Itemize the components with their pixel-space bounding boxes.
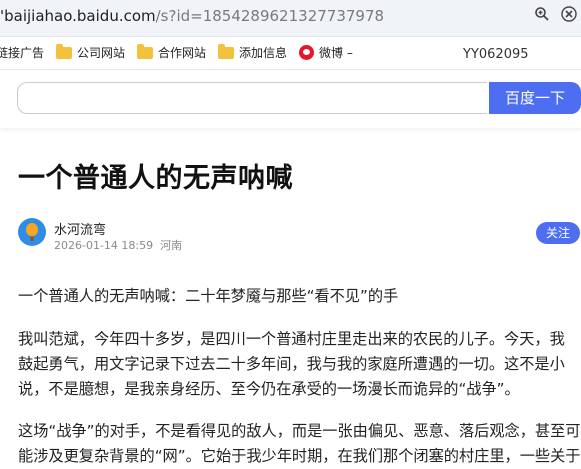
search-input[interactable] — [17, 82, 487, 114]
publish-date: 2026-01-14 18:59 — [54, 239, 154, 252]
paragraph-line: 我叫范斌，今年四十多岁，是四川一个普通村庄里走出来的农民的儿子。今天，我 — [18, 330, 565, 348]
bookmark-folder-company-sites[interactable]: 公司网站 — [56, 43, 126, 61]
balloon-icon — [26, 223, 38, 236]
bookmark-label: 添加信息 — [239, 46, 288, 60]
folder-icon — [218, 43, 234, 59]
address-bar[interactable]: 'baijiahao.baidu.com/s?id=18542896213277… — [0, 0, 581, 37]
url-path: /s?id=1854289621327737978 — [155, 7, 385, 25]
bookmark-label: 微博 – — [319, 46, 353, 60]
article-paragraph: 我叫范斌，今年四十多岁，是四川一个普通村庄里走出来的农民的儿子。今天，我 鼓起勇… — [18, 327, 581, 402]
bookmark-weibo[interactable]: 微博 – — [299, 44, 353, 61]
article-paragraph: 这场“战争”的对手，不是看得见的敌人，而是一张由偏见、恶意、落后观念，甚至可 能… — [18, 419, 581, 469]
folder-icon — [137, 43, 153, 59]
url-host: 'baijiahao.baidu.com — [0, 7, 156, 25]
article-paragraph: 一个普通人的无声呐喊：二十年梦魇与那些“看不见”的手 — [18, 284, 581, 309]
paragraph-line: 这场“战争”的对手，不是看得见的敌人，而是一张由偏见、恶意、落后观念，甚至可 — [18, 422, 581, 440]
search-bar: 百度一下 — [0, 70, 581, 128]
paragraph-line: 鼓起勇气，用文字记录下过去二十多年间，我与我的家庭所遭遇的一切。这不是小 — [18, 355, 565, 373]
overlay-code-text: YY062095 — [463, 47, 529, 62]
author-avatar[interactable] — [18, 218, 46, 246]
weibo-icon — [299, 45, 314, 60]
zoom-icon[interactable] — [534, 6, 550, 26]
bookmark-label: 链接广告 — [0, 46, 45, 60]
paragraph-line: 能涉及更复杂背景的“网”。它始于我少年时期，在我们那个闭塞的村庄里，一些关于 — [18, 447, 581, 465]
bookmarks-bar: 链接广告 公司网站 合作网站 添加信息 微博 – YY062095 — [0, 37, 581, 70]
article-title: 一个普通人的无声呐喊 — [18, 163, 293, 194]
publish-location: 河南 — [160, 239, 183, 252]
baidu-search-button[interactable]: 百度一下 — [489, 82, 581, 114]
close-icon[interactable] — [561, 6, 577, 26]
author-name[interactable]: 水河流弯 — [54, 219, 106, 238]
paragraph-line: 一个普通人的无声呐喊：二十年梦魇与那些“看不见”的手 — [18, 287, 399, 305]
follow-button[interactable]: 关注 — [536, 222, 580, 244]
bookmark-label: 合作网站 — [158, 46, 207, 60]
bookmark-item[interactable]: 链接广告 — [0, 44, 44, 61]
bookmark-label: 公司网站 — [77, 46, 126, 60]
url-text[interactable]: 'baijiahao.baidu.com/s?id=18542896213277… — [0, 7, 384, 25]
folder-icon — [56, 43, 72, 59]
article-meta: 2026-01-14 18:59 河南 — [54, 237, 182, 253]
bookmark-folder-partner-sites[interactable]: 合作网站 — [137, 43, 207, 61]
paragraph-line: 说，不是臆想，是我亲身经历、至今仍在承受的一场漫长而诡异的“战争”。 — [18, 380, 520, 398]
bookmark-folder-add-info[interactable]: 添加信息 — [218, 43, 288, 61]
